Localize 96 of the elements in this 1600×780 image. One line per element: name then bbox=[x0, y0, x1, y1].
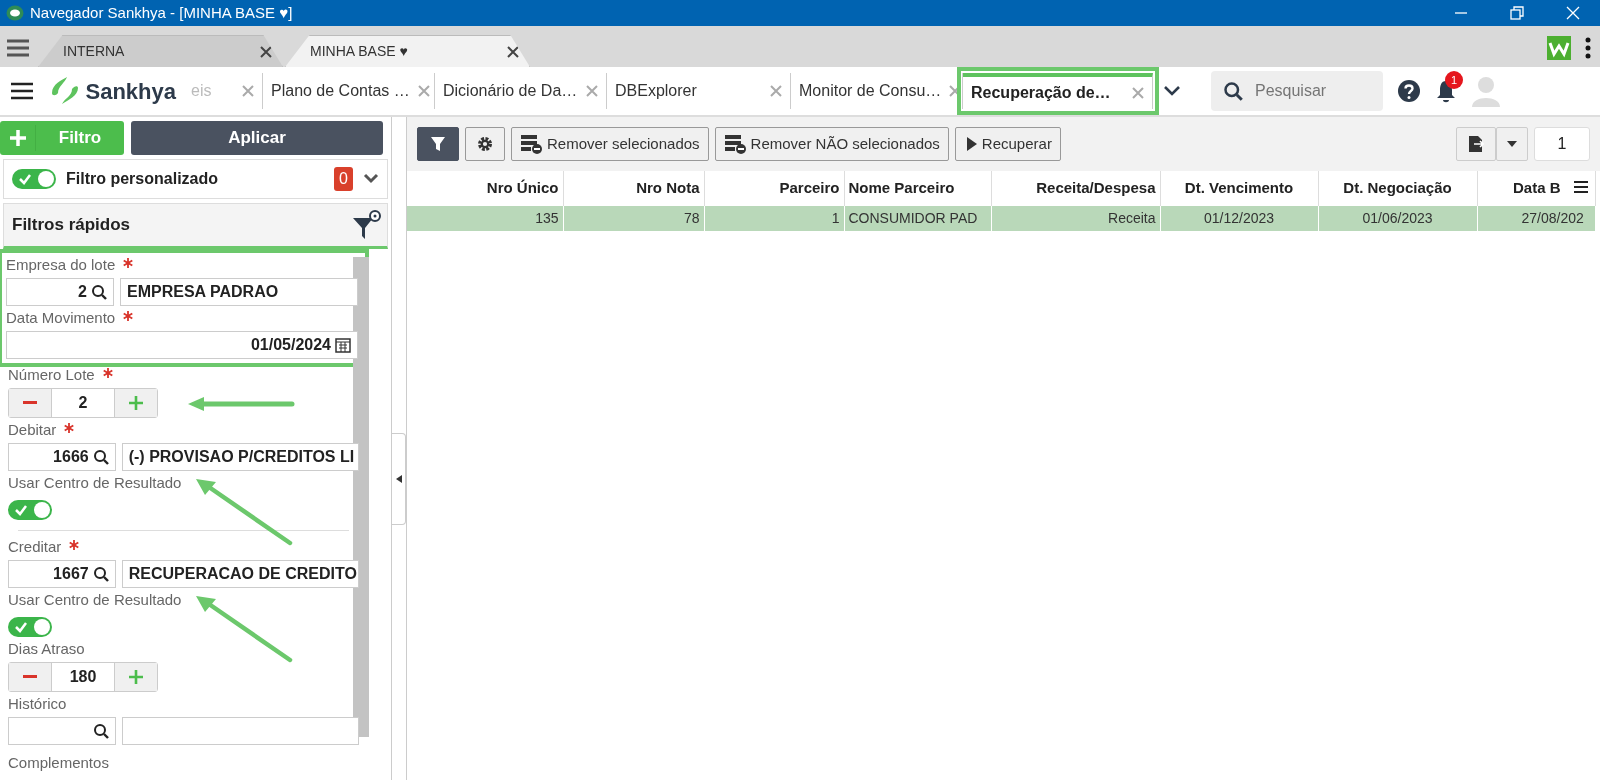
search-icon[interactable] bbox=[92, 448, 109, 465]
export-button[interactable] bbox=[1456, 127, 1496, 161]
export-icon bbox=[1468, 135, 1484, 153]
field-label: Empresa do lote bbox=[6, 254, 134, 275]
description-field[interactable]: RECUPERACAO DE CREDITO bbox=[121, 559, 359, 588]
table-cell: 01/12/2023 bbox=[1160, 205, 1318, 231]
description-field[interactable]: EMPRESA PADRAO bbox=[120, 277, 358, 306]
field-label: Histórico bbox=[8, 693, 67, 714]
remove-list-icon bbox=[520, 133, 543, 155]
browser-tab[interactable]: MINHA BASE ♥ bbox=[285, 35, 530, 67]
column-header[interactable]: Dt. Vencimento bbox=[1160, 171, 1318, 206]
check-icon bbox=[14, 503, 28, 516]
help-icon[interactable] bbox=[1397, 79, 1421, 103]
check-icon bbox=[14, 620, 28, 633]
toolbar-button[interactable]: Remover selecionados bbox=[511, 127, 709, 161]
app-icon bbox=[6, 5, 24, 21]
toggle-switch[interactable] bbox=[12, 168, 56, 189]
column-header[interactable]: Nro Único bbox=[407, 171, 563, 206]
column-menu-icon[interactable] bbox=[1574, 181, 1588, 193]
check-icon bbox=[18, 172, 32, 185]
notification-badge: 1 bbox=[1445, 71, 1463, 89]
extension-icon[interactable] bbox=[1546, 36, 1571, 60]
app-tab[interactable]: Dicionário de Da… bbox=[435, 73, 607, 109]
column-header[interactable]: Dt. Negociação bbox=[1318, 171, 1477, 206]
plus-icon bbox=[128, 668, 145, 685]
minus-button[interactable] bbox=[9, 662, 51, 691]
app-tab[interactable]: Monitor de Consu… bbox=[791, 73, 963, 109]
chevron-down-icon[interactable] bbox=[1163, 85, 1181, 97]
caret-left-icon bbox=[395, 475, 402, 483]
restore-icon[interactable] bbox=[1510, 6, 1524, 20]
column-header[interactable]: Nome Parceiro bbox=[844, 171, 991, 206]
remove-list-icon bbox=[723, 133, 747, 155]
menu-icon[interactable] bbox=[10, 82, 34, 100]
table-cell: CONSUMIDOR PAD bbox=[844, 205, 991, 231]
filter-button[interactable] bbox=[417, 127, 459, 161]
app-tab[interactable]: Plano de Contas … bbox=[263, 73, 435, 109]
apply-button[interactable]: Aplicar bbox=[131, 120, 383, 155]
table-cell: Receita bbox=[991, 205, 1160, 231]
description-field[interactable] bbox=[121, 716, 359, 745]
toggle-switch[interactable] bbox=[8, 616, 52, 637]
table-row[interactable]: 135 78 1 CONSUMIDOR PAD Receita 01/12/2023 01/06/2023 27/08/202 bbox=[407, 205, 1595, 231]
code-field[interactable] bbox=[8, 716, 116, 745]
column-header[interactable]: Parceiro bbox=[704, 171, 844, 206]
table-cell: 1 bbox=[704, 205, 844, 231]
search-icon[interactable] bbox=[1223, 81, 1243, 101]
code-field[interactable]: 1667 bbox=[8, 559, 116, 588]
more-icon[interactable] bbox=[1584, 37, 1591, 59]
settings-button[interactable] bbox=[465, 127, 505, 161]
column-header[interactable]: Receita/Despesa bbox=[991, 171, 1160, 206]
search-field[interactable]: Pesquisar bbox=[1211, 71, 1383, 111]
toolbar-button[interactable]: Remover NÃO selecionados bbox=[714, 127, 949, 161]
dropdown-button[interactable] bbox=[1496, 127, 1528, 161]
date-field[interactable]: 01/05/2024 bbox=[6, 330, 358, 359]
gear-icon bbox=[476, 135, 494, 153]
field-label: Usar Centro de Resultado bbox=[8, 472, 182, 493]
column-header[interactable]: Nro Nota bbox=[563, 171, 704, 206]
field-label: Dias Atraso bbox=[8, 638, 85, 659]
field-label: Número Lote bbox=[8, 364, 113, 385]
app-tab[interactable]: DBExplorer bbox=[607, 73, 791, 109]
table-cell: 135 bbox=[407, 205, 563, 231]
search-icon[interactable] bbox=[92, 722, 109, 739]
field-label: Complementos bbox=[8, 752, 109, 773]
caret-down-icon bbox=[1507, 141, 1517, 147]
toggle-switch[interactable] bbox=[8, 499, 52, 520]
plus-icon bbox=[128, 394, 145, 411]
search-icon[interactable] bbox=[91, 283, 107, 300]
filter-label: Filtro personalizado bbox=[66, 168, 219, 189]
calendar-icon[interactable] bbox=[335, 336, 351, 353]
field-label: Usar Centro de Resultado bbox=[8, 589, 182, 610]
app-tab[interactable]: Recuperação de… bbox=[963, 73, 1153, 109]
code-field[interactable]: 2 bbox=[6, 277, 114, 306]
close-icon[interactable] bbox=[507, 45, 519, 58]
table-cell: 27/08/202 bbox=[1477, 205, 1595, 231]
code-field[interactable]: 1666 bbox=[8, 442, 116, 471]
field-label: Data Movimento bbox=[6, 307, 134, 328]
minus-button[interactable] bbox=[9, 388, 51, 417]
description-field[interactable]: (-) PROVISAO P/CREDITOS LI bbox=[121, 442, 359, 471]
filter-settings-icon[interactable] bbox=[351, 209, 381, 240]
window-title: Navegador Sankhya - [MINHA BASE ♥] bbox=[30, 2, 293, 23]
count-badge: 0 bbox=[334, 166, 353, 191]
filter-icon bbox=[430, 136, 446, 152]
chevron-down-icon[interactable] bbox=[363, 172, 379, 185]
field-label: Debitar bbox=[8, 419, 75, 440]
toolbar-button[interactable]: Recuperar bbox=[954, 127, 1061, 161]
minus-icon bbox=[22, 400, 37, 405]
search-icon[interactable] bbox=[92, 565, 109, 582]
logo-text: Sankhya bbox=[85, 77, 176, 106]
collapse-handle[interactable] bbox=[392, 433, 406, 525]
section-title: Filtros rápidos bbox=[12, 213, 131, 236]
table-cell: 01/06/2023 bbox=[1318, 205, 1477, 231]
minus-icon bbox=[22, 674, 37, 679]
field-label: Creditar bbox=[8, 536, 80, 557]
close-icon[interactable] bbox=[260, 45, 272, 58]
page-field[interactable]: 1 bbox=[1534, 127, 1590, 161]
table-cell: 78 bbox=[563, 205, 704, 231]
browser-tab[interactable]: INTERNA bbox=[38, 35, 283, 67]
